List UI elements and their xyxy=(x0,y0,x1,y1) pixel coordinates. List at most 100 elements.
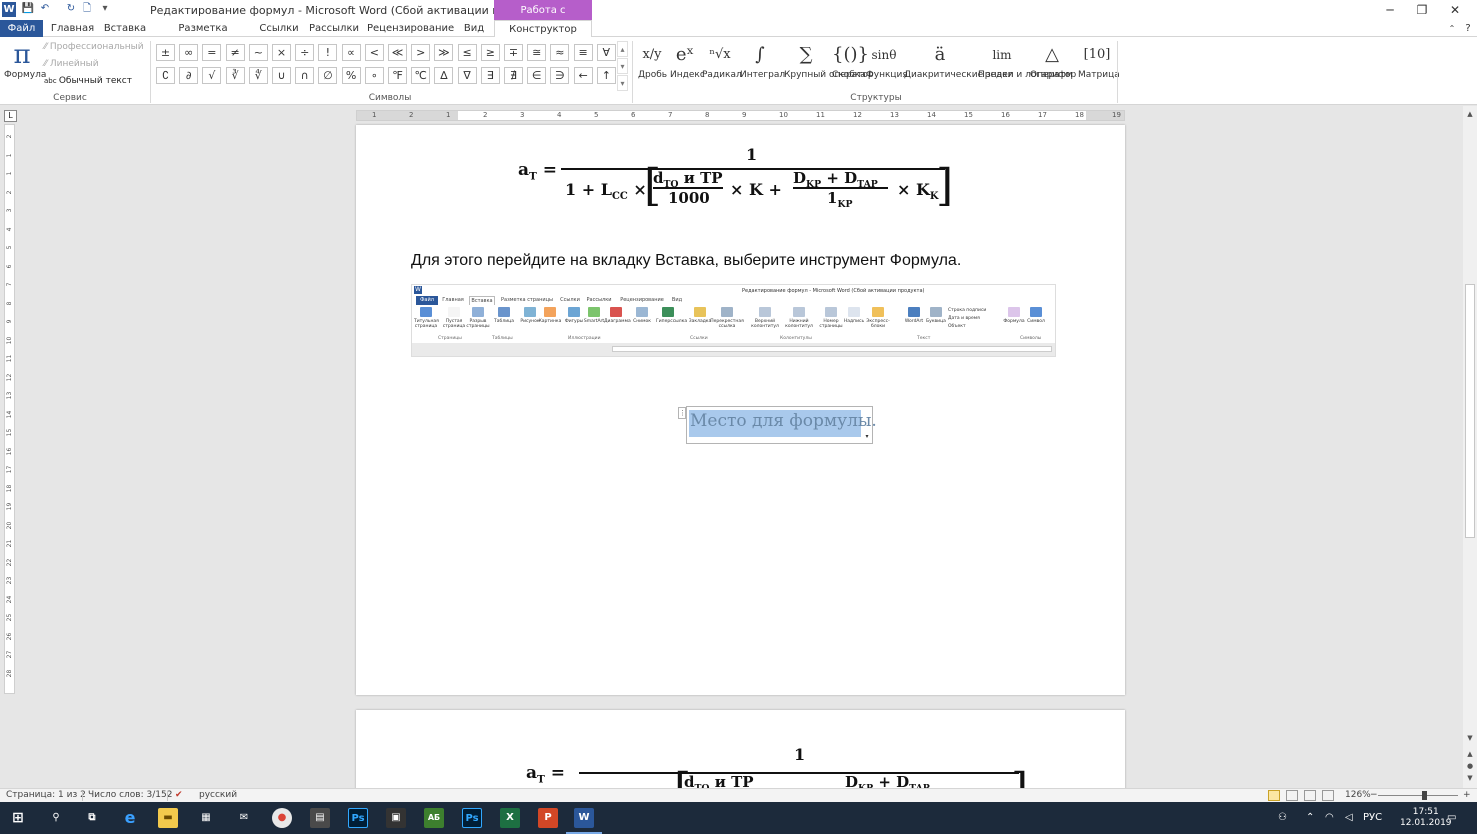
structure-button[interactable]: ∑ Крупный оператор xyxy=(784,40,874,80)
structure-button[interactable]: {()} Скобка xyxy=(832,40,869,80)
tab-insert[interactable]: Вставка xyxy=(102,20,148,37)
symbol-button[interactable]: < xyxy=(364,44,384,61)
symbol-button[interactable]: ∛ xyxy=(225,67,245,84)
symbol-button[interactable]: ∩ xyxy=(295,67,315,84)
symbol-button[interactable]: ∁ xyxy=(156,67,175,84)
scroll-down-arrow[interactable]: ▼ xyxy=(1465,734,1475,742)
media-player-icon[interactable]: ▣ xyxy=(386,808,406,828)
symbol-button[interactable]: ↑ xyxy=(596,67,616,84)
tray-expand-icon[interactable]: ⌃ xyxy=(1306,812,1314,823)
horizontal-ruler[interactable]: 1 2 1 2 3 4 5 6 7 8 9 10 11 12 13 14 15 16 17 18 19 xyxy=(356,110,1125,121)
symbols-more[interactable]: ▾ xyxy=(617,75,628,91)
symbol-button[interactable]: ~ xyxy=(248,44,268,61)
symbol-button[interactable]: ≈ xyxy=(550,44,570,61)
symbol-button[interactable]: = xyxy=(202,44,222,61)
edge-icon[interactable]: e xyxy=(120,808,140,828)
zoom-in-button[interactable]: + xyxy=(1463,790,1471,800)
symbols-scroll-up[interactable]: ▴ xyxy=(617,41,628,57)
structure-button[interactable]: ∫ Интеграл xyxy=(740,40,785,80)
photoshop-icon[interactable]: Ps xyxy=(348,808,368,828)
powerpoint-icon[interactable]: P xyxy=(538,808,558,828)
symbol-button[interactable]: > xyxy=(411,44,431,61)
symbol-button[interactable]: ≡ xyxy=(573,44,593,61)
symbol-button[interactable]: ∋ xyxy=(550,67,570,84)
symbol-button[interactable]: ∜ xyxy=(248,67,268,84)
tab-mailings[interactable]: Рассылки xyxy=(308,20,360,37)
excel-icon[interactable]: X xyxy=(500,808,520,828)
embedded-screenshot[interactable]: W Редактирование формул - Microsoft Word… xyxy=(411,284,1056,357)
formula-placeholder[interactable]: ⋮ Место для формулы. ▾ xyxy=(678,406,877,444)
task-view-icon[interactable]: ⧉ xyxy=(82,808,102,828)
symbol-button[interactable]: ≤ xyxy=(457,44,477,61)
save-icon[interactable]: 💾 xyxy=(21,2,35,16)
browse-object-icon[interactable]: ● xyxy=(1465,762,1475,770)
zoom-slider[interactable] xyxy=(1378,795,1458,796)
structure-button[interactable]: x/y Дробь xyxy=(638,40,667,80)
structure-button[interactable]: [10] Матрица xyxy=(1078,40,1120,80)
abbyy-icon[interactable]: AБ xyxy=(424,808,444,828)
help-question-icon[interactable]: ? xyxy=(1462,20,1474,37)
minimize-button[interactable]: ─ xyxy=(1375,2,1405,18)
next-page-icon[interactable]: ▼ xyxy=(1465,774,1475,782)
symbol-button[interactable]: ∃ xyxy=(480,67,500,84)
tab-home[interactable]: Главная xyxy=(50,20,95,37)
symbol-button[interactable]: ± xyxy=(156,44,175,61)
tab-file[interactable]: Файл xyxy=(0,20,43,37)
clock[interactable]: 17:51 12.01.2019 xyxy=(1400,807,1452,829)
chrome-icon[interactable]: ● xyxy=(272,808,292,828)
photoshop-icon-2[interactable]: Ps xyxy=(462,808,482,828)
symbol-button[interactable]: ∝ xyxy=(341,44,361,61)
formula-button[interactable]: π Формула xyxy=(4,40,46,90)
symbol-button[interactable]: ∂ xyxy=(179,67,199,84)
symbol-button[interactable]: ℃ xyxy=(411,67,431,84)
symbol-button[interactable]: ∇ xyxy=(457,67,477,84)
new-document-icon[interactable]: 🗋 xyxy=(80,2,94,16)
symbol-button[interactable]: ∪ xyxy=(272,67,291,84)
proofing-icon[interactable]: ✔ xyxy=(175,790,183,800)
symbol-button[interactable]: ≥ xyxy=(480,44,500,61)
symbol-button[interactable]: ∄ xyxy=(504,67,523,84)
symbol-button[interactable]: ≪ xyxy=(388,44,407,61)
symbol-button[interactable]: ∀ xyxy=(596,44,616,61)
zoom-slider-handle[interactable] xyxy=(1422,791,1427,800)
symbol-button[interactable]: ∘ xyxy=(364,67,384,84)
structure-button[interactable]: sinθ Функция xyxy=(866,40,908,80)
volume-icon[interactable]: ◁ xyxy=(1345,812,1353,823)
symbol-button[interactable]: ∞ xyxy=(179,44,199,61)
symbols-scroll-down[interactable]: ▾ xyxy=(617,58,628,74)
input-language[interactable]: РУС xyxy=(1363,812,1382,823)
wifi-icon[interactable]: ◠ xyxy=(1325,812,1334,823)
help-icon[interactable]: ⌃ xyxy=(1446,20,1458,37)
formula-drag-handle[interactable]: ⋮ xyxy=(678,407,686,419)
formula-options-dropdown-icon[interactable]: ▾ xyxy=(862,431,872,443)
zoom-out-button[interactable]: − xyxy=(1370,790,1378,800)
document-page-2[interactable]: aT = 1 [ dTO и TP DKP + DTAP ] xyxy=(356,710,1125,790)
structure-button[interactable]: ä Диакритические знаки xyxy=(904,40,1013,80)
print-layout-icon[interactable] xyxy=(1268,790,1280,801)
tab-constructor[interactable]: Конструктор xyxy=(494,20,592,38)
language-indicator[interactable]: русский xyxy=(199,790,237,800)
structure-button[interactable]: △ Оператор xyxy=(1030,40,1076,80)
zoom-level[interactable]: 126% xyxy=(1345,790,1371,800)
windows-start-icon[interactable]: ⊞ xyxy=(8,808,28,828)
maximize-button[interactable]: ❐ xyxy=(1407,2,1437,18)
document-page-1[interactable]: aT = 1 1 + LCC × [ dTO и TP 1000 × K + D… xyxy=(356,125,1125,695)
structure-button[interactable]: lim Предел и логарифм xyxy=(978,40,1073,80)
people-icon[interactable]: ⚇ xyxy=(1278,812,1287,823)
store-icon[interactable]: ▦ xyxy=(196,808,216,828)
symbol-button[interactable]: ≅ xyxy=(527,44,547,61)
symbol-button[interactable]: ≠ xyxy=(225,44,245,61)
page-count[interactable]: Страница: 1 из 2 xyxy=(6,790,86,800)
word-count[interactable]: Число слов: 3/152 xyxy=(88,790,172,800)
symbol-button[interactable]: ∈ xyxy=(527,67,547,84)
calculator-icon[interactable]: ▤ xyxy=(310,808,330,828)
formula-placeholder-text[interactable]: Место для формулы. xyxy=(690,411,877,431)
customize-toolbar-icon[interactable]: ▾ xyxy=(98,2,112,16)
word-icon[interactable]: W xyxy=(574,808,594,828)
scroll-up-arrow[interactable]: ▲ xyxy=(1465,110,1475,118)
symbol-button[interactable]: ! xyxy=(318,44,338,61)
notifications-icon[interactable]: ▭ xyxy=(1447,812,1456,823)
tab-view[interactable]: Вид xyxy=(459,20,489,37)
full-screen-icon[interactable] xyxy=(1286,790,1298,801)
tab-references[interactable]: Ссылки xyxy=(258,20,300,37)
